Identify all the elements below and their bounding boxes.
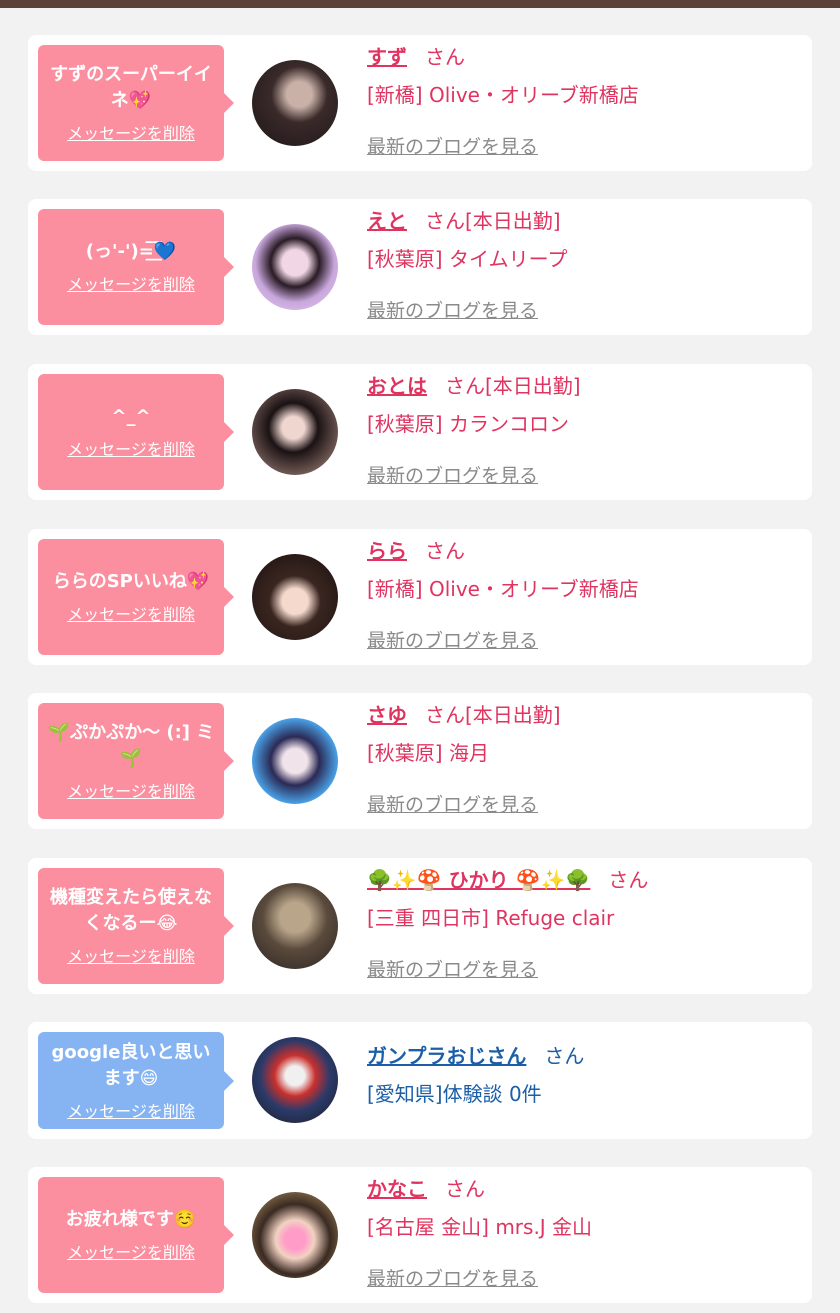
store-name: [新橋] Olive・オリーブ新橋店 [367, 83, 639, 107]
store-name: [名古屋 金山] mrs.J 金山 [367, 1215, 593, 1239]
honorific: さん[本日出勤] [425, 209, 561, 233]
girl-name-link[interactable]: 🌳✨🍄 ひかり 🍄✨🌳 [367, 868, 590, 892]
avatar[interactable] [252, 883, 338, 969]
girl-name-link[interactable]: すず [367, 45, 407, 69]
store-name: [秋葉原] 海月 [367, 741, 489, 765]
latest-blog-link[interactable]: 最新のブログを見る [367, 626, 538, 653]
store-name: [秋葉原] タイムリープ [367, 247, 568, 271]
message-text: 機種変えたら使えなくなるー😂 [50, 887, 212, 934]
girl-name-link[interactable]: おとは [367, 374, 427, 398]
delete-message-link[interactable]: メッセージを削除 [67, 436, 195, 460]
delete-message-link[interactable]: メッセージを削除 [67, 943, 195, 967]
avatar[interactable] [252, 718, 338, 804]
latest-blog-link[interactable]: 最新のブログを見る [367, 790, 538, 817]
delete-message-link[interactable]: メッセージを削除 [67, 1098, 195, 1122]
avatar[interactable] [252, 389, 338, 475]
avatar[interactable] [252, 60, 338, 146]
message-text: お疲れ様です☺️ [65, 1209, 197, 1230]
latest-blog-link[interactable]: 最新のブログを見る [367, 1264, 538, 1291]
message-text: すずのスーパーイイネ💖 [50, 64, 212, 111]
message-bubble: 🌱ぷかぷか〜 (:] ミ🌱 メッセージを削除 [38, 703, 234, 819]
message-bubble: ららのSPいいね💖 メッセージを削除 [38, 539, 234, 655]
message-card: すずのスーパーイイネ💖 メッセージを削除 すず さん [新橋] Olive・オリー… [28, 35, 812, 171]
honorific: さん [425, 539, 465, 563]
store-name: [秋葉原] カランコロン [367, 412, 569, 436]
message-bubble: ^_^ メッセージを削除 [38, 374, 234, 490]
delete-message-link[interactable]: メッセージを削除 [67, 120, 195, 144]
message-text: (っ'-')=͟͟͞͞💙 [85, 241, 177, 262]
user-name-link[interactable]: ガンプラおじさん [367, 1044, 526, 1068]
message-card: お疲れ様です☺️ メッセージを削除 かなこ さん [名古屋 金山] mrs.J 金… [28, 1167, 812, 1303]
store-name: [三重 四日市] Refuge clair [367, 906, 615, 930]
message-text: 🌱ぷかぷか〜 (:] ミ🌱 [47, 722, 215, 769]
top-bar [0, 0, 840, 8]
latest-blog-link[interactable]: 最新のブログを見る [367, 132, 538, 159]
avatar[interactable] [252, 1037, 338, 1123]
delete-message-link[interactable]: メッセージを削除 [67, 1239, 195, 1263]
message-text: ^_^ [111, 406, 151, 427]
honorific: さん [544, 1044, 585, 1068]
review-count: [愛知県]体験談 0件 [367, 1082, 542, 1106]
delete-message-link[interactable]: メッセージを削除 [67, 271, 195, 295]
message-bubble: (っ'-')=͟͟͞͞💙 メッセージを削除 [38, 209, 234, 325]
honorific: さん [425, 45, 465, 69]
girl-name-link[interactable]: らら [367, 539, 407, 563]
message-card: 🌱ぷかぷか〜 (:] ミ🌱 メッセージを削除 さゆ さん[本日出勤] [秋葉原] … [28, 693, 812, 829]
message-card: google良いと思います😄 メッセージを削除 ガンプラおじさん さん [愛知県]… [28, 1022, 812, 1139]
message-bubble: google良いと思います😄 メッセージを削除 [38, 1032, 234, 1129]
girl-name-link[interactable]: かなこ [367, 1177, 427, 1201]
avatar[interactable] [252, 1192, 338, 1278]
honorific: さん [445, 1177, 485, 1201]
honorific: さん[本日出勤] [425, 703, 561, 727]
message-bubble: すずのスーパーイイネ💖 メッセージを削除 [38, 45, 234, 161]
avatar[interactable] [252, 554, 338, 640]
honorific: さん [608, 868, 649, 892]
latest-blog-link[interactable]: 最新のブログを見る [367, 461, 538, 488]
delete-message-link[interactable]: メッセージを削除 [67, 601, 195, 625]
latest-blog-link[interactable]: 最新のブログを見る [367, 296, 538, 323]
message-bubble: 機種変えたら使えなくなるー😂 メッセージを削除 [38, 868, 234, 984]
latest-blog-link[interactable]: 最新のブログを見る [367, 955, 538, 982]
avatar[interactable] [252, 224, 338, 310]
message-text: ららのSPいいね💖 [52, 571, 210, 592]
message-card: (っ'-')=͟͟͞͞💙 メッセージを削除 えと さん[本日出勤] [秋葉原] タ… [28, 199, 812, 335]
message-card: ららのSPいいね💖 メッセージを削除 らら さん [新橋] Olive・オリーブ新… [28, 529, 812, 665]
delete-message-link[interactable]: メッセージを削除 [67, 778, 195, 802]
message-card: ^_^ メッセージを削除 おとは さん[本日出勤] [秋葉原] カランコロン 最新… [28, 364, 812, 500]
store-name: [新橋] Olive・オリーブ新橋店 [367, 577, 639, 601]
message-text: google良いと思います😄 [51, 1041, 211, 1089]
girl-name-link[interactable]: えと [367, 209, 407, 233]
honorific: さん[本日出勤] [445, 374, 581, 398]
girl-name-link[interactable]: さゆ [367, 703, 407, 727]
message-bubble: お疲れ様です☺️ メッセージを削除 [38, 1177, 234, 1293]
message-card: 機種変えたら使えなくなるー😂 メッセージを削除 🌳✨🍄 ひかり 🍄✨🌳 さん [三… [28, 858, 812, 994]
